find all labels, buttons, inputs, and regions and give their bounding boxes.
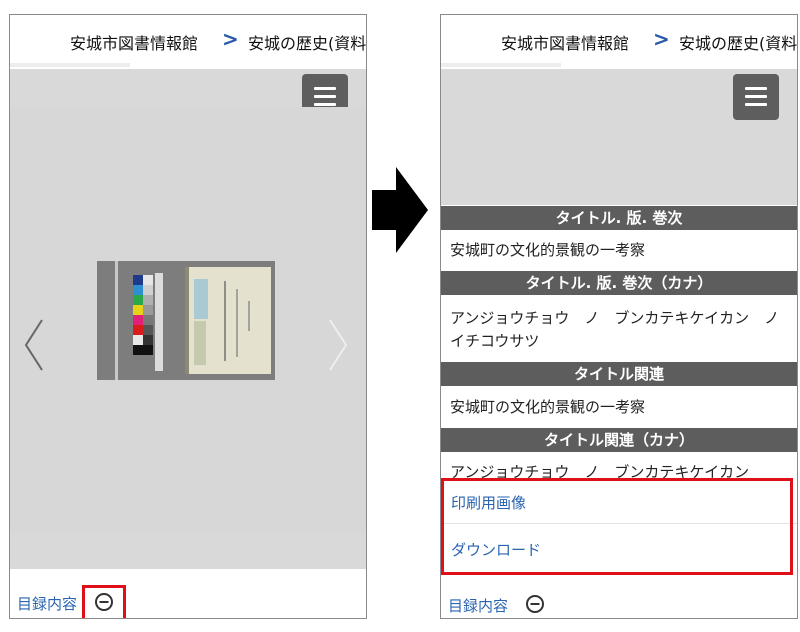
chevron-left-icon[interactable] [22,317,46,373]
title-kana-value: アンジョウチョウ ノ ブンカテキケイカン ノ イチコウサツ [450,309,795,350]
title-value: 安城町の文化的景観の一考察 [450,241,646,259]
minus-circle-icon[interactable] [525,594,545,614]
highlight-toggle-box [82,585,126,618]
hamburger-menu-icon[interactable] [733,74,779,120]
title-heading: タイトル. 版. 巻次 [441,206,797,230]
breadcrumb-right: 安城市図書情報館 > 安城の歴史(資料 [441,15,797,67]
chevron-right-icon[interactable] [326,317,350,373]
title-related-kana-heading: タイトル関連（カナ） [441,428,797,452]
breadcrumb-collection-link[interactable]: 安城の歴史(資料 [248,30,366,54]
right-screen: 安城市図書情報館 > 安城の歴史(資料 タイトル. 版. 巻次 安城町の文化的景… [440,14,798,619]
title-related-heading: タイトル関連 [441,362,797,386]
arrow-right-icon [372,167,428,253]
book-scan-image [97,261,275,380]
breadcrumb-library-link[interactable]: 安城市図書情報館 [501,30,629,54]
catalog-contents-link[interactable]: 目録内容 [448,595,508,616]
breadcrumb-separator: > [222,27,239,51]
title-kana-heading: タイトル. 版. 巻次（カナ） [441,271,797,295]
left-screen: 安城市図書情報館 > 安城の歴史(資料 目録内容 [9,14,367,619]
breadcrumb: 安城市図書情報館 > 安城の歴史(資料 [10,15,366,67]
book-scan-thumbnail[interactable] [97,261,275,380]
catalog-contents-link[interactable]: 目録内容 [17,593,77,614]
breadcrumb-separator: > [653,27,670,51]
breadcrumb-library-link[interactable]: 安城市図書情報館 [70,30,198,54]
highlight-actions-box [441,478,793,575]
title-related-value: 安城町の文化的景観の一考察 [450,398,646,416]
viewer-bottom-bar [10,533,366,569]
breadcrumb-collection-link[interactable]: 安城の歴史(資料 [679,30,797,54]
